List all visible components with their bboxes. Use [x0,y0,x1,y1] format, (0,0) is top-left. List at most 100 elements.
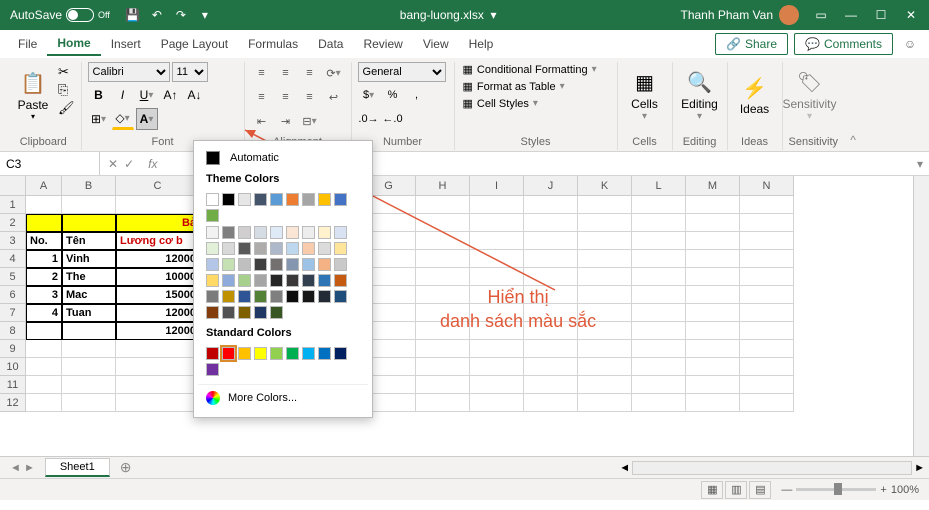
collapse-ribbon-icon[interactable]: ^ [844,62,862,151]
cell[interactable] [416,232,470,250]
feedback-icon[interactable]: ☺ [899,37,921,51]
select-all-corner[interactable] [0,176,26,196]
name-box[interactable] [0,152,100,175]
cell[interactable] [632,268,686,286]
color-swatch[interactable] [318,226,331,239]
color-swatch[interactable] [254,306,267,319]
cell-styles-button[interactable]: ▦ Cell Styles ▾ [461,96,611,111]
color-swatch[interactable] [206,226,219,239]
cell[interactable] [632,358,686,376]
align-left-icon[interactable]: ≡ [251,86,273,108]
borders-button[interactable]: ⊞▾ [88,108,110,130]
cell[interactable] [62,394,116,412]
cell[interactable] [578,340,632,358]
cell[interactable] [524,232,578,250]
cell[interactable] [740,250,794,268]
color-swatch[interactable] [222,242,235,255]
color-swatch[interactable] [286,347,299,360]
cell[interactable] [740,214,794,232]
row-header[interactable]: 7 [0,304,26,322]
color-swatch[interactable] [206,193,219,206]
cell[interactable] [578,214,632,232]
row-header[interactable]: 12 [0,394,26,412]
add-sheet-button[interactable]: ⊕ [110,459,142,476]
cell[interactable] [686,322,740,340]
align-middle-icon[interactable]: ≡ [275,62,297,84]
cell[interactable] [116,376,200,394]
color-swatch[interactable] [238,242,251,255]
tab-view[interactable]: View [413,33,459,55]
zoom-level[interactable]: 100% [891,484,919,496]
cell[interactable] [470,394,524,412]
color-swatch[interactable] [302,226,315,239]
share-button[interactable]: 🔗 Share [715,33,788,55]
cell[interactable] [62,358,116,376]
cell[interactable] [26,322,62,340]
more-colors-item[interactable]: More Colors... [198,384,368,411]
cell[interactable] [470,268,524,286]
cell[interactable] [524,250,578,268]
cell[interactable] [524,340,578,358]
cell[interactable] [416,376,470,394]
sheet-tab[interactable]: Sheet1 [45,458,110,477]
color-swatch[interactable] [206,347,219,360]
col-header-I[interactable]: I [470,176,524,195]
color-swatch[interactable] [302,347,315,360]
zoom-slider[interactable] [796,488,876,491]
col-header-A[interactable]: A [26,176,62,195]
cell[interactable] [686,358,740,376]
enter-formula-icon[interactable]: ✓ [124,157,134,171]
cell[interactable] [524,358,578,376]
cell[interactable] [632,322,686,340]
cell[interactable] [686,250,740,268]
cell[interactable]: No. [26,232,62,250]
color-swatch[interactable] [254,290,267,303]
color-swatch[interactable] [286,226,299,239]
cell[interactable] [740,232,794,250]
bold-button[interactable]: B [88,84,110,106]
decrease-font-icon[interactable]: A↓ [184,84,206,106]
cell[interactable]: Lương cơ b [116,232,200,250]
cell[interactable] [416,214,470,232]
color-swatch[interactable] [334,242,347,255]
color-swatch[interactable] [318,290,331,303]
cell[interactable] [578,196,632,214]
cell[interactable] [524,376,578,394]
cell[interactable]: 3 [26,286,62,304]
cell[interactable] [416,268,470,286]
cell[interactable] [740,268,794,286]
cell[interactable] [62,214,116,232]
cell[interactable]: 4 [26,304,62,322]
cell[interactable]: 12000 [116,322,200,340]
cell[interactable]: 12000 [116,250,200,268]
comments-button[interactable]: 💬 Comments [794,33,893,55]
cell[interactable] [686,340,740,358]
color-swatch[interactable] [302,290,315,303]
font-size-select[interactable]: 11 [172,62,208,82]
format-painter-icon[interactable]: 🖌 [58,100,75,116]
cell[interactable] [632,304,686,322]
cell[interactable] [686,376,740,394]
color-swatch[interactable] [334,347,347,360]
cell[interactable] [416,250,470,268]
cell[interactable] [524,394,578,412]
color-swatch[interactable] [286,193,299,206]
column-headers[interactable]: ABCDEFGHIJKLMN [26,176,794,196]
cell[interactable] [26,376,62,394]
cell[interactable] [686,304,740,322]
cell[interactable] [686,268,740,286]
col-header-B[interactable]: B [62,176,116,195]
cell[interactable]: The [62,268,116,286]
color-swatch[interactable] [254,347,267,360]
color-swatch[interactable] [270,226,283,239]
color-swatch[interactable] [318,258,331,271]
ribbon-display-icon[interactable]: ▭ [807,4,835,26]
increase-font-icon[interactable]: A↑ [160,84,182,106]
cell[interactable]: 12000 [116,304,200,322]
horizontal-scrollbar[interactable]: ◄► [141,461,929,475]
increase-decimal-icon[interactable]: .0→ [358,108,380,130]
color-swatch[interactable] [206,209,219,222]
automatic-color-item[interactable]: Automatic [198,147,368,169]
cancel-formula-icon[interactable]: ✕ [108,157,118,171]
color-swatch[interactable] [334,258,347,271]
